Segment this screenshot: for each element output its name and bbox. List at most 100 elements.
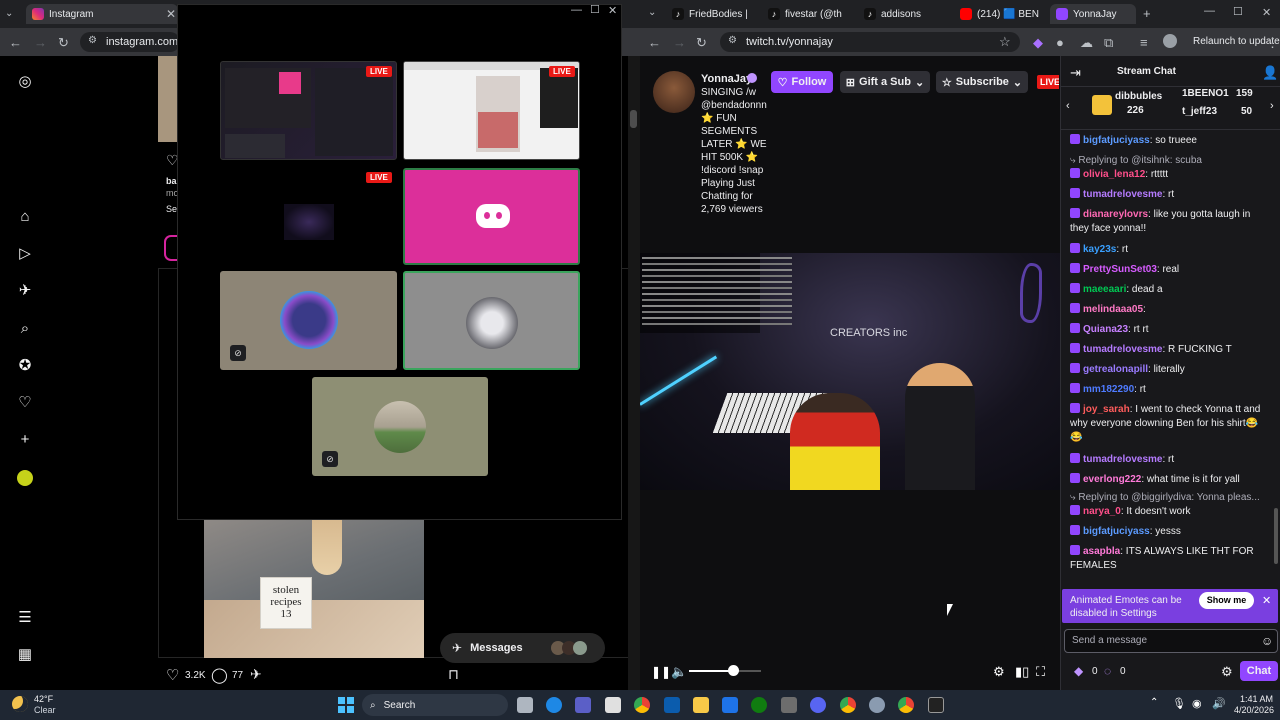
chevron-left-icon[interactable]: ‹ [1066,100,1070,112]
notifications-heart-icon[interactable]: ♡ [17,395,33,411]
discord-icon[interactable] [810,697,826,713]
messages-button[interactable]: ✈ Messages [440,633,605,663]
voice-user-tile-3[interactable]: ⊘ [312,377,488,476]
streamer-name[interactable]: YonnaJay [701,73,752,85]
volume-icon[interactable]: 🔈 [671,664,687,680]
twitch-url-field[interactable]: twitch.tv/yonnajay [720,32,1020,52]
emote-picker-icon[interactable]: ☺ [1261,634,1273,648]
like-icon[interactable]: ♡ [166,666,179,684]
profile-avatar[interactable] [1163,34,1177,48]
chat-send-button[interactable]: Chat [1240,661,1278,681]
new-tab-icon[interactable]: + [1143,6,1151,21]
instagram-logo-icon[interactable]: ◎ [17,74,33,90]
video-player[interactable]: CREATORS inc [640,253,1060,490]
instagram-tab[interactable]: Instagram [26,4,178,24]
xbox-icon[interactable] [751,697,767,713]
show-me-button[interactable]: Show me [1199,592,1254,609]
chat-settings-icon[interactable]: ⚙ [1221,664,1233,680]
speaker-icon[interactable]: 🔊 [1212,697,1226,710]
minimize-icon[interactable]: — [1204,5,1215,17]
subscribe-button[interactable]: ☆ Subscribe ⌄ [936,71,1028,93]
chrome-icon[interactable] [898,697,914,713]
story-avatar-partial[interactable] [164,235,178,261]
extensions-puzzle-icon[interactable]: ⧉ [1104,35,1113,51]
theatre-mode-icon[interactable]: ▮▯ [1015,664,1029,680]
extension-icon[interactable]: ☁ [1080,35,1093,51]
minimize-icon[interactable]: — [571,4,582,16]
search-icon[interactable]: ⌕ [17,321,33,337]
chat-username[interactable]: tumadrelovesme [1083,344,1162,355]
back-icon[interactable]: ← [9,35,22,50]
maximize-icon[interactable]: ☐ [1233,5,1243,18]
media-controls-icon[interactable]: ≡ [1140,35,1148,50]
more-menu-icon[interactable]: ☰ [17,610,33,626]
site-info-icon[interactable]: ⚙ [88,35,97,46]
chat-users-icon[interactable]: 👤 [1262,65,1278,81]
save-icon[interactable]: ⊓ [448,666,459,683]
microphone-icon[interactable]: 🎙 [1172,697,1186,710]
forward-icon[interactable]: → [34,35,47,50]
volume-handle[interactable] [728,665,739,676]
tab-friedbodies[interactable]: ♪ FriedBodies | [666,4,758,24]
gift-sub-button[interactable]: ⊞ Gift a Sub ⌄ [840,71,930,93]
settings-icon[interactable] [869,697,885,713]
more-menu-icon[interactable]: ⋮ [1266,35,1279,51]
settings-gear-icon[interactable]: ⚙ [993,664,1005,680]
app-icon[interactable] [781,697,797,713]
tab-fivestar[interactable]: ♪ fivestar (@th [762,4,854,24]
close-popout-icon[interactable]: ✕ [608,4,617,17]
chrome-icon[interactable] [634,697,650,713]
reload-icon[interactable]: ↻ [696,35,707,51]
chat-username[interactable]: joy_sarah [1083,404,1130,415]
extension-icon[interactable]: ◆ [1033,35,1043,51]
back-icon[interactable]: ← [648,35,661,50]
fullscreen-icon[interactable]: ⛶ [1036,664,1045,680]
task-view-icon[interactable] [517,697,533,713]
tab-list-icon[interactable]: ⌄ [648,7,656,18]
chat-scrollbar-thumb[interactable] [1274,508,1278,564]
bits-icon[interactable]: ◆ [1074,664,1083,678]
tab-addisons[interactable]: ♪ addisons [858,4,950,24]
chat-username[interactable]: getrealonapill [1083,364,1148,375]
follow-button[interactable]: ♡ Follow [771,71,833,93]
collapse-chat-icon[interactable]: ⇥ [1070,65,1081,81]
reload-icon[interactable]: ↻ [58,35,69,51]
weather-temp[interactable]: 42°F [34,694,53,704]
clock-time[interactable]: 1:41 AM [1237,694,1273,704]
chat-username[interactable]: narya_0 [1083,506,1121,517]
chat-username[interactable]: dianareylovrs [1083,209,1148,220]
home-icon[interactable]: ⌂ [17,209,33,225]
also-from-meta-icon[interactable]: ▦ [17,647,33,663]
extension-icon[interactable]: ● [1056,35,1064,50]
bookmark-star-icon[interactable]: ☆ [999,34,1011,50]
epic-games-icon[interactable] [928,697,944,713]
taskbar-search[interactable]: ⌕ Search [362,694,508,716]
close-icon[interactable]: ✕ [166,7,176,21]
instagram-scrollbar[interactable] [628,56,640,690]
store-icon[interactable] [605,697,621,713]
edge-icon[interactable] [546,697,562,713]
chat-username[interactable]: kay23s [1083,244,1116,255]
chat-username[interactable]: PrettySunSet03 [1083,264,1157,275]
discord-user-tile[interactable] [403,168,580,265]
reels-icon[interactable]: ▷ [17,246,33,262]
profile-avatar[interactable] [17,470,33,486]
explore-icon[interactable]: ✪ [17,358,33,374]
site-info-icon[interactable]: ⚙ [728,35,737,46]
chat-username[interactable]: mm182290 [1083,384,1134,395]
tab-youtube[interactable]: (214) 🟦 BEN [954,4,1046,24]
network-icon[interactable]: ◉ [1192,697,1202,710]
chevron-right-icon[interactable]: › [1270,100,1274,112]
chat-username[interactable]: Quiana23 [1083,324,1128,335]
tab-list-icon[interactable]: ⌄ [5,8,13,19]
chat-username[interactable]: bigfatjuciyass [1083,135,1150,146]
chat-username[interactable]: bigfatjuciyass [1083,526,1150,537]
maximize-icon[interactable]: ☐ [590,3,600,16]
chat-username[interactable]: everlong222 [1083,474,1141,485]
comment-icon[interactable]: ◯ [211,666,228,684]
streamer-avatar[interactable] [653,71,695,113]
channel-points-icon[interactable]: ◌ [1104,664,1111,678]
windows-start-icon[interactable] [338,697,354,713]
teams-icon[interactable] [575,697,591,713]
app-icon[interactable] [664,697,680,713]
